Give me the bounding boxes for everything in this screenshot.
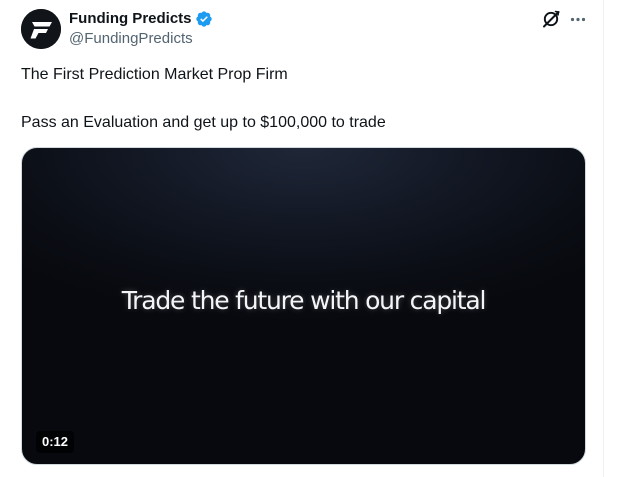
video-duration-badge: 0:12 — [36, 431, 75, 453]
author-handle[interactable]: @FundingPredicts — [69, 30, 193, 48]
post-text-line-1: The First Prediction Market Prop Firm — [21, 66, 288, 83]
video-player[interactable]: Trade the future with our capital 0:12 — [21, 147, 586, 465]
verified-badge-icon[interactable] — [195, 10, 213, 28]
funding-predicts-logo-icon — [21, 9, 61, 49]
post-text-line-2: Pass an Evaluation and get up to $100,00… — [21, 114, 386, 131]
timeline-column-divider — [603, 0, 604, 477]
author-name-row: Funding Predicts — [69, 10, 213, 28]
author-display-name[interactable]: Funding Predicts — [69, 10, 192, 28]
author-avatar[interactable] — [21, 9, 61, 49]
video-frame-caption: Trade the future with our capital — [121, 286, 487, 315]
grok-icon[interactable] — [541, 9, 561, 29]
more-options-icon[interactable] — [568, 9, 588, 29]
